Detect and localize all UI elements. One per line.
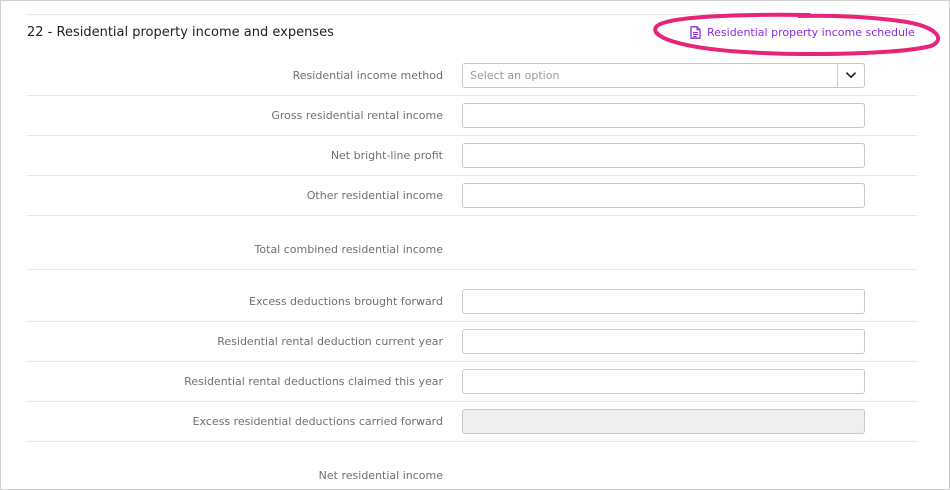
excess-residential-deductions-carried-forward-field: [462, 409, 865, 434]
row-residential-rental-deduction-current-year: Residential rental deduction current yea…: [27, 322, 917, 362]
field-label: Net residential income: [318, 469, 443, 482]
row-residential-rental-deductions-claimed: Residential rental deductions claimed th…: [27, 362, 917, 402]
section-title: 22 - Residential property income and exp…: [27, 25, 334, 40]
gross-residential-rental-income-input[interactable]: [462, 103, 865, 128]
row-net-residential-income: Net residential income: [27, 442, 917, 489]
excess-deductions-brought-forward-input[interactable]: [462, 289, 865, 314]
chevron-down-icon: [846, 72, 856, 79]
document-icon: [690, 26, 701, 39]
field-label: Excess deductions brought forward: [249, 295, 443, 308]
row-net-bright-line-profit: Net bright-line profit: [27, 136, 917, 176]
net-bright-line-profit-input[interactable]: [462, 143, 865, 168]
field-label: Residential rental deduction current yea…: [217, 335, 443, 348]
form-panel: 22 - Residential property income and exp…: [0, 0, 950, 490]
select-placeholder: Select an option: [470, 69, 560, 82]
field-label: Gross residential rental income: [271, 109, 443, 122]
row-gross-residential-rental-income: Gross residential rental income: [27, 96, 917, 136]
residential-rental-deduction-current-year-input[interactable]: [462, 329, 865, 354]
field-label: Total combined residential income: [254, 243, 443, 256]
row-total-combined-residential-income: Total combined residential income: [27, 216, 917, 270]
other-residential-income-input[interactable]: [462, 183, 865, 208]
field-label: Net bright-line profit: [330, 149, 443, 162]
row-other-residential-income: Other residential income: [27, 176, 917, 216]
dropdown-button[interactable]: [837, 64, 864, 87]
schedule-link[interactable]: Residential property income schedule: [690, 26, 915, 39]
row-excess-deductions-brought-forward: Excess deductions brought forward: [27, 270, 917, 322]
field-label: Residential rental deductions claimed th…: [184, 375, 443, 388]
residential-rental-deductions-claimed-input[interactable]: [462, 369, 865, 394]
row-residential-income-method: Residential income method Select an opti…: [27, 57, 917, 96]
top-divider: [27, 14, 915, 15]
field-label: Excess residential deductions carried fo…: [192, 415, 443, 428]
schedule-link-label: Residential property income schedule: [707, 26, 915, 39]
field-label: Residential income method: [292, 69, 443, 82]
row-excess-residential-deductions-carried-forward: Excess residential deductions carried fo…: [27, 402, 917, 442]
field-label: Other residential income: [306, 189, 443, 202]
residential-income-method-select[interactable]: Select an option: [462, 63, 865, 88]
